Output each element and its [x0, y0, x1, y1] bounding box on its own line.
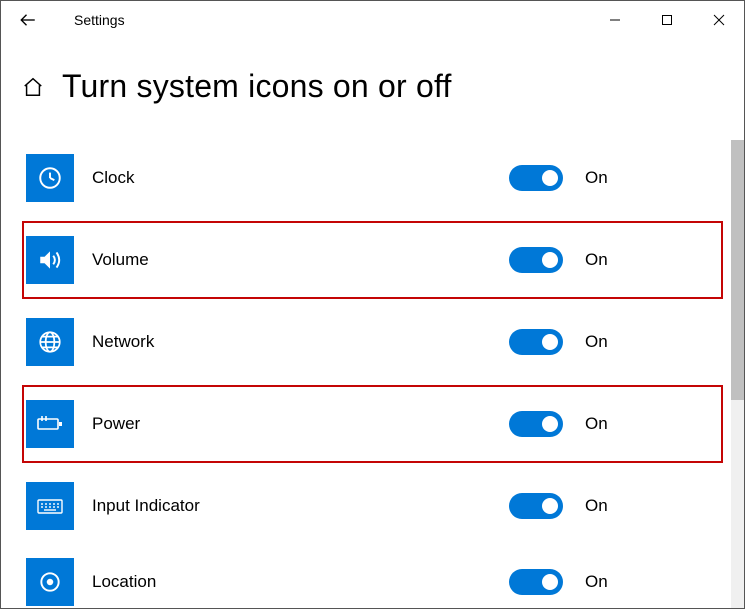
- setting-row-input-indicator: Input Indicator On: [22, 473, 723, 539]
- toggle-state: On: [585, 572, 608, 592]
- toggle-state: On: [585, 332, 608, 352]
- power-icon: [26, 400, 74, 448]
- setting-label: Volume: [92, 250, 149, 270]
- toggle-power[interactable]: [509, 411, 563, 437]
- volume-icon: [26, 236, 74, 284]
- window-controls: [589, 0, 745, 40]
- close-button[interactable]: [693, 0, 745, 40]
- toggle-network[interactable]: [509, 329, 563, 355]
- setting-row-location: Location On: [22, 549, 723, 609]
- setting-row-clock: Clock On: [22, 145, 723, 211]
- titlebar: Settings: [0, 0, 745, 40]
- settings-list: Clock On Volume On Network: [0, 145, 745, 609]
- setting-row-volume: Volume On: [22, 221, 723, 299]
- setting-row-power: Power On: [22, 385, 723, 463]
- setting-label: Clock: [92, 168, 135, 188]
- toggle-state: On: [585, 496, 608, 516]
- toggle-location[interactable]: [509, 569, 563, 595]
- toggle-clock[interactable]: [509, 165, 563, 191]
- page-heading-row: Turn system icons on or off: [0, 68, 745, 105]
- setting-label: Network: [92, 332, 154, 352]
- scrollbar-track[interactable]: [731, 140, 745, 609]
- window-title: Settings: [74, 12, 125, 28]
- clock-icon: [26, 154, 74, 202]
- setting-label: Input Indicator: [92, 496, 200, 516]
- network-icon: [26, 318, 74, 366]
- maximize-button[interactable]: [641, 0, 693, 40]
- toggle-input-indicator[interactable]: [509, 493, 563, 519]
- keyboard-icon: [26, 482, 74, 530]
- toggle-volume[interactable]: [509, 247, 563, 273]
- back-button[interactable]: [14, 6, 42, 34]
- page-title: Turn system icons on or off: [62, 68, 452, 105]
- setting-label: Power: [92, 414, 140, 434]
- home-icon[interactable]: [22, 76, 44, 98]
- toggle-state: On: [585, 250, 608, 270]
- setting-row-network: Network On: [22, 309, 723, 375]
- scrollbar-thumb[interactable]: [731, 140, 745, 400]
- minimize-button[interactable]: [589, 0, 641, 40]
- location-icon: [26, 558, 74, 606]
- setting-label: Location: [92, 572, 156, 592]
- toggle-state: On: [585, 168, 608, 188]
- toggle-state: On: [585, 414, 608, 434]
